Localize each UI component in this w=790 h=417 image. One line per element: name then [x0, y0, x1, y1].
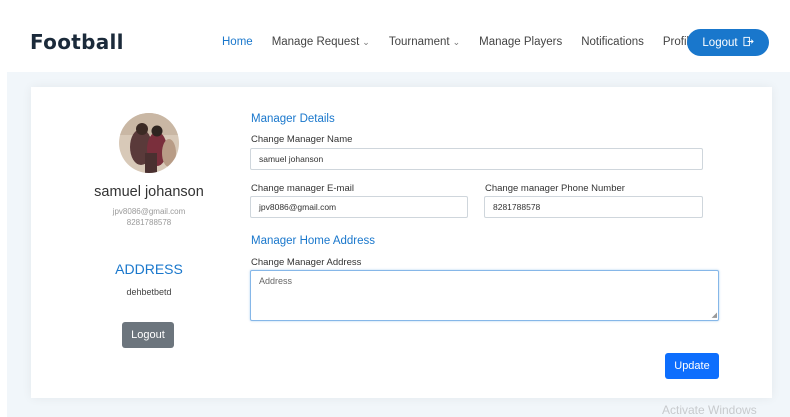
home-address-heading: Manager Home Address: [251, 235, 376, 247]
main-nav: Home Manage Request ⌄ Tournament ⌄ Manage …: [222, 36, 714, 48]
nav-manage-players-label: Manage Players: [479, 36, 563, 48]
resize-handle-icon[interactable]: ◢: [712, 312, 717, 319]
nav-home-label: Home: [222, 36, 253, 48]
chevron-down-icon: ⌄: [362, 37, 370, 47]
manager-name-field[interactable]: samuel johanson: [250, 148, 703, 170]
name-label: Change Manager Name: [251, 134, 353, 145]
chevron-down-icon: ⌄: [452, 37, 461, 47]
profile-email: jpv8086@gmail.com: [112, 207, 186, 216]
phone-label: Change manager Phone Number: [485, 183, 625, 194]
address-heading: ADDRESS: [115, 261, 183, 277]
manager-email-field[interactable]: jpv8086@gmail.com: [250, 196, 468, 218]
manager-phone-field[interactable]: 8281788578: [484, 196, 703, 218]
windows-activation-watermark: Activate Windows: [662, 403, 757, 417]
header-logout-label: Logout: [702, 36, 738, 49]
profile-logout-button[interactable]: Logout: [122, 322, 174, 348]
manager-details-heading: Manager Details: [251, 113, 335, 125]
manager-address-textarea[interactable]: Address ◢: [250, 270, 719, 321]
avatar: [119, 113, 179, 173]
header-logout-button[interactable]: Logout: [687, 29, 769, 56]
nav-home[interactable]: Home: [222, 36, 253, 48]
profile-phone: 8281788578: [126, 218, 172, 227]
nav-notifications-label: Notifications: [581, 36, 644, 48]
nav-manage-request[interactable]: Manage Request ⌄: [272, 36, 370, 48]
address-placeholder: Address: [259, 276, 293, 286]
nav-manage-players[interactable]: Manage Players: [479, 36, 562, 48]
email-label: Change manager E-mail: [251, 183, 354, 194]
nav-manage-request-label: Manage Request: [271, 36, 360, 48]
nav-tournament[interactable]: Tournament ⌄: [389, 36, 460, 48]
brand-logo[interactable]: Football: [30, 30, 124, 54]
address-label: Change Manager Address: [251, 257, 362, 268]
address-value: dehbetbetd: [126, 287, 172, 297]
logout-icon: [743, 36, 754, 50]
nav-tournament-label: Tournament: [388, 36, 450, 48]
top-navbar: Football Home Manage Request ⌄ Tournament…: [0, 0, 790, 72]
nav-notifications[interactable]: Notifications: [581, 36, 644, 48]
profile-name: samuel johanson: [94, 184, 204, 200]
update-button[interactable]: Update: [665, 353, 719, 379]
